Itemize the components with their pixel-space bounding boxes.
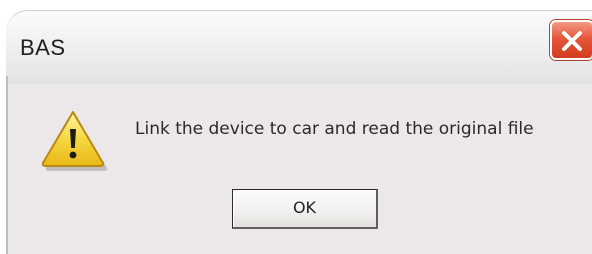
- message-dialog: BAS Link the device to car and read the …: [0, 0, 592, 254]
- close-button[interactable]: [550, 20, 592, 60]
- ok-button[interactable]: OK: [232, 189, 378, 229]
- title-bar[interactable]: BAS: [6, 10, 592, 85]
- window-title: BAS: [20, 35, 66, 60]
- warning-icon: [41, 111, 108, 171]
- dialog-message: Link the device to car and read the orig…: [135, 119, 534, 139]
- close-icon: [562, 31, 582, 51]
